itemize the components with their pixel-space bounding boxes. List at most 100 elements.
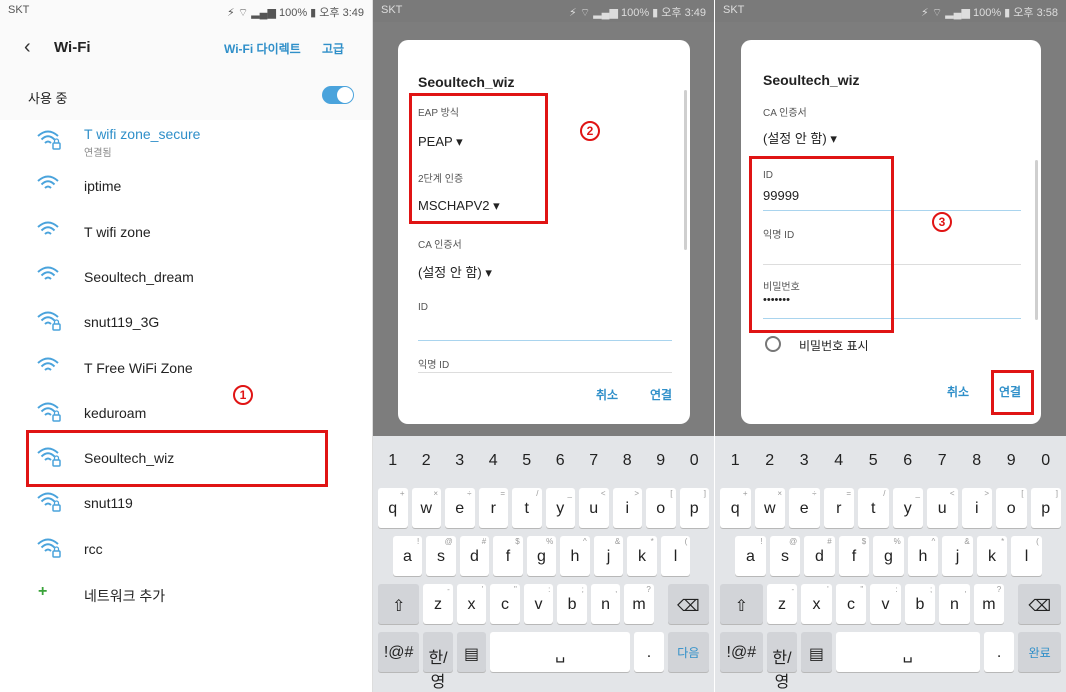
key-w[interactable]: w × [754,488,785,528]
key-z[interactable]: z- [423,584,453,624]
key-e[interactable]: e ÷ [445,488,475,528]
symbols-key[interactable]: !@# [378,632,420,672]
key-1[interactable]: 1 [720,440,751,480]
key-7[interactable]: 7 [927,440,958,480]
key-5[interactable]: 5 [858,440,889,480]
space-key[interactable]: ␣ [490,632,631,672]
key-x[interactable]: x ' [456,584,487,624]
clipboard-key[interactable]: ▤ [456,632,487,672]
advanced-button[interactable]: 고급 [322,40,344,57]
add-network-item[interactable]: + 네트워크 추가 [0,573,372,617]
key-z[interactable]: z- [766,584,798,624]
key-l[interactable]: l( [1011,536,1042,576]
key-q[interactable]: q + [720,488,751,528]
clipboard-key[interactable]: ▤ [801,632,832,672]
backspace-key[interactable]: ⌫ [1018,584,1061,624]
key-3[interactable]: 3 [445,440,475,480]
network-item[interactable]: snut119 [0,482,372,526]
key-9[interactable]: 9 [996,440,1027,480]
key-0[interactable]: 0 [1031,440,1062,480]
language-key[interactable]: 한/영 [766,632,798,691]
cancel-button[interactable]: 취소 [947,383,969,400]
key-j[interactable]: j & [942,536,973,576]
key-8[interactable]: 8 [613,440,643,480]
key-4[interactable]: 4 [824,440,855,480]
key-r[interactable]: r = [478,488,508,528]
key-f[interactable]: f $ [493,536,523,576]
key-c[interactable]: c " [490,584,520,624]
ca-cert-select[interactable]: (설정 안 함) ▾ [763,128,837,147]
backspace-key[interactable]: ⌫ [667,584,709,624]
network-item[interactable]: Seoultech_dream [0,256,372,300]
key-o[interactable]: o[ [996,488,1027,528]
key-6[interactable]: 6 [893,440,924,480]
back-icon[interactable]: ‹ [24,36,31,59]
language-key[interactable]: 한/영 [423,632,453,691]
key-p[interactable]: p] [679,488,709,528]
key-o[interactable]: o[ [646,488,676,528]
show-password-checkbox[interactable] [765,336,781,352]
key-h[interactable]: h ^ [907,536,939,576]
key-i[interactable]: i > [961,488,992,528]
key-u[interactable]: u < [927,488,958,528]
key-8[interactable]: 8 [962,440,993,480]
network-item[interactable]: T wifi zone_secure 연결됨 [0,120,372,164]
key-e[interactable]: e ÷ [789,488,820,528]
key-f[interactable]: f $ [838,536,870,576]
network-item[interactable]: T wifi zone [0,211,372,255]
key-s[interactable]: s @ [769,536,801,576]
key-d[interactable]: d # [459,536,490,576]
key-v[interactable]: v: [523,584,554,624]
key-v[interactable]: v: [870,584,901,624]
key-c[interactable]: c " [835,584,867,624]
wifi-direct-button[interactable]: Wi-Fi 다이렉트 [224,40,301,57]
space-key[interactable]: ␣ [835,632,980,672]
shift-key[interactable]: ⇧ [720,584,763,624]
ca-cert-select[interactable]: (설정 안 함) ▾ [418,262,492,281]
key-w[interactable]: w × [411,488,441,528]
key-n[interactable]: n, [939,584,970,624]
key-b[interactable]: b; [904,584,936,624]
network-item[interactable]: snut119_3G [0,301,372,345]
key-y[interactable]: y _ [545,488,575,528]
key-s[interactable]: s @ [426,536,456,576]
key-x[interactable]: x ' [801,584,832,624]
anonymous-id-input[interactable] [418,372,672,373]
key-2[interactable]: 2 [412,440,442,480]
period-key[interactable]: . [634,632,664,672]
key-1[interactable]: 1 [378,440,408,480]
cancel-button[interactable]: 취소 [596,386,618,403]
key-4[interactable]: 4 [479,440,509,480]
key-r[interactable]: r = [823,488,854,528]
key-g[interactable]: g% [873,536,904,576]
key-2[interactable]: 2 [755,440,786,480]
id-input[interactable] [418,340,672,341]
key-3[interactable]: 3 [789,440,820,480]
scrollbar[interactable] [1035,160,1038,320]
key-6[interactable]: 6 [546,440,576,480]
key-k[interactable]: k * [627,536,657,576]
key-n[interactable]: n, [590,584,621,624]
wifi-toggle[interactable] [322,86,354,104]
key-j[interactable]: j & [593,536,624,576]
key-d[interactable]: d # [804,536,835,576]
key-b[interactable]: b; [557,584,587,624]
key-h[interactable]: h ^ [560,536,590,576]
key-a[interactable]: a! [735,536,766,576]
key-k[interactable]: k * [976,536,1008,576]
connect-button[interactable]: 연결 [650,386,672,403]
key-y[interactable]: y _ [892,488,923,528]
key-i[interactable]: i > [612,488,642,528]
key-m[interactable]: m? [624,584,654,624]
scrollbar[interactable] [684,90,687,250]
action-key[interactable]: 완료 [1018,632,1061,672]
key-0[interactable]: 0 [680,440,710,480]
network-item[interactable]: iptime [0,165,372,209]
key-m[interactable]: m? [973,584,1005,624]
key-9[interactable]: 9 [646,440,676,480]
key-a[interactable]: a! [392,536,423,576]
key-p[interactable]: p] [1030,488,1061,528]
period-key[interactable]: . [983,632,1015,672]
action-key[interactable]: 다음 [667,632,709,672]
key-5[interactable]: 5 [512,440,542,480]
